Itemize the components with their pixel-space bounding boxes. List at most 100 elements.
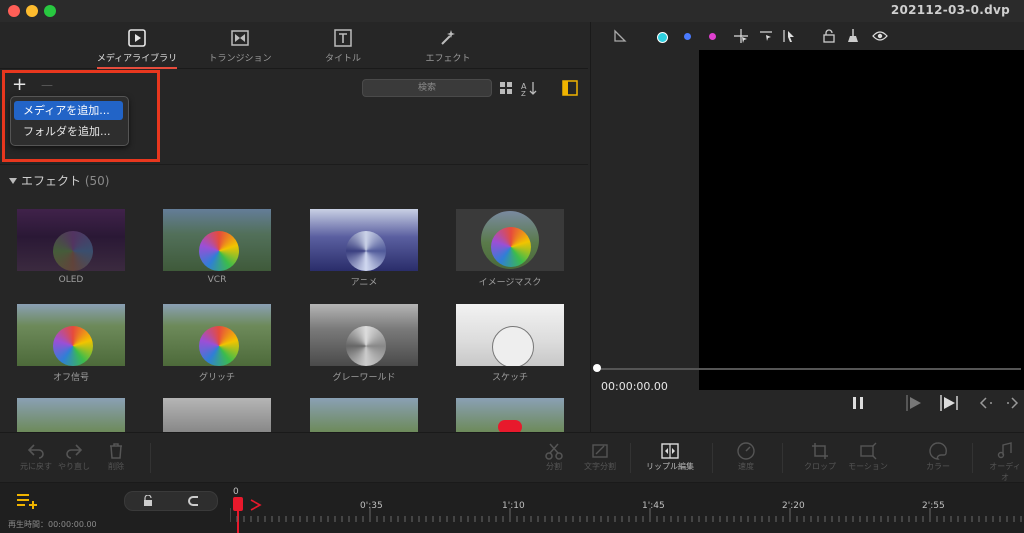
effect-thumbnail[interactable] xyxy=(456,209,564,271)
text-split-button[interactable]: 文字分割 xyxy=(580,441,620,472)
ruler-icon[interactable] xyxy=(613,29,627,43)
preview-toolbar xyxy=(591,22,1024,50)
tab-effect[interactable]: エフェクト xyxy=(398,26,498,66)
effect-label: アニメ xyxy=(350,278,378,288)
effect-thumbnail[interactable] xyxy=(310,304,418,366)
ripple-edit-label: リップル編集 xyxy=(646,462,694,471)
effect-thumbnail[interactable] xyxy=(163,304,271,366)
magnet-icon xyxy=(188,496,198,506)
effect-label: OLED xyxy=(58,275,84,285)
audio-button[interactable]: オーディオ xyxy=(986,441,1024,483)
title-icon xyxy=(334,29,352,47)
seek-handle[interactable] xyxy=(593,364,601,372)
color-button[interactable]: カラー xyxy=(920,441,956,472)
effect-label: スケッチ xyxy=(491,373,528,383)
pause-icon[interactable] xyxy=(851,396,865,410)
track-lock-toggle[interactable] xyxy=(124,491,218,511)
ripple-edit-icon xyxy=(661,443,679,459)
title-bar: 202112-03-0.dvp xyxy=(0,0,1024,22)
motion-label: モーション xyxy=(848,462,888,471)
undo-button[interactable]: 元に戻す xyxy=(18,441,54,472)
split-button[interactable]: 分割 xyxy=(538,441,570,472)
motion-icon xyxy=(860,442,877,460)
effect-label: グレーワールド xyxy=(332,373,396,383)
preview-seek-bar[interactable] xyxy=(595,368,1021,370)
media-library-icon xyxy=(128,29,146,47)
tab-label: エフェクト xyxy=(425,54,471,64)
svg-text:Z: Z xyxy=(521,90,526,96)
undo-icon xyxy=(27,444,44,459)
audio-icon xyxy=(997,442,1012,459)
effect-label: イメージマスク xyxy=(478,278,542,288)
transition-icon xyxy=(231,30,249,46)
effect-thumbnail[interactable] xyxy=(456,398,564,432)
eye-icon[interactable] xyxy=(872,30,888,42)
clean-brush-icon[interactable] xyxy=(846,28,860,44)
text-split-label: 文字分割 xyxy=(584,462,616,471)
close-window-button[interactable] xyxy=(8,5,20,17)
magenta-dot-icon[interactable] xyxy=(709,33,716,40)
effect-thumbnail[interactable] xyxy=(310,398,418,432)
redo-label: やり直し xyxy=(58,462,90,471)
panel-toggle-icon[interactable] xyxy=(562,80,578,96)
next-marker-icon[interactable] xyxy=(1005,397,1019,409)
menu-item-add-media[interactable]: メディアを追加... xyxy=(14,101,123,120)
preview-viewer[interactable] xyxy=(699,50,1024,390)
effect-icon xyxy=(441,30,455,45)
effect-label: VCR xyxy=(207,275,227,285)
lock-icon[interactable] xyxy=(823,29,835,43)
sort-icon[interactable]: AZ xyxy=(521,80,537,96)
crop-button[interactable]: クロップ xyxy=(798,441,842,472)
redo-icon xyxy=(66,444,83,459)
divider xyxy=(712,443,713,473)
previous-marker-icon[interactable] xyxy=(979,397,997,409)
pointer-select-icon[interactable] xyxy=(781,28,797,44)
effect-thumbnail[interactable] xyxy=(163,209,271,271)
trash-icon xyxy=(110,443,122,459)
palette-icon xyxy=(929,442,947,460)
frame-forward-icon[interactable] xyxy=(905,394,925,412)
window-title: 202112-03-0.dvp xyxy=(890,3,1010,17)
delete-button[interactable]: 削除 xyxy=(100,441,132,472)
section-title: エフェクト xyxy=(21,174,82,188)
crop-label: クロップ xyxy=(804,462,836,471)
effect-thumbnail[interactable] xyxy=(17,398,125,432)
library-tabs: メディアライブラリ トランジション タイトル エフェクト xyxy=(0,22,588,69)
menu-item-add-folder[interactable]: フォルダを追加... xyxy=(14,122,123,141)
undo-label: 元に戻す xyxy=(20,462,52,471)
play-to-end-icon[interactable] xyxy=(939,394,961,412)
add-track-icon[interactable] xyxy=(16,493,38,509)
cyan-dot-icon[interactable] xyxy=(657,32,668,43)
crosshair-select-icon[interactable] xyxy=(733,28,749,44)
timeline-ruler[interactable] xyxy=(230,508,1024,522)
tab-media-library[interactable]: メディアライブラリ xyxy=(87,26,187,69)
effect-thumbnail[interactable] xyxy=(163,398,271,432)
effect-thumbnail[interactable] xyxy=(310,209,418,271)
effects-section-header[interactable]: エフェクト (50) xyxy=(0,164,588,195)
add-media-menu: メディアを追加... フォルダを追加... xyxy=(10,96,129,146)
redo-button[interactable]: やり直し xyxy=(56,441,92,472)
audio-label: オーディオ xyxy=(989,462,1021,482)
zoom-window-button[interactable] xyxy=(44,5,56,17)
ripple-edit-button[interactable]: リップル編集 xyxy=(640,441,700,472)
motion-button[interactable]: モーション xyxy=(844,441,892,472)
crop-icon xyxy=(812,443,828,459)
lock-icon xyxy=(144,495,152,506)
search-input[interactable]: 検索 xyxy=(362,79,492,97)
tab-transition[interactable]: トランジション xyxy=(190,26,290,66)
crop-select-icon[interactable] xyxy=(758,28,774,44)
effect-label: オフ信号 xyxy=(52,373,89,383)
disclosure-triangle-icon[interactable] xyxy=(9,177,17,185)
effect-thumbnail[interactable] xyxy=(17,304,125,366)
effect-thumbnail[interactable] xyxy=(456,304,564,366)
divider xyxy=(782,443,783,473)
tab-title[interactable]: タイトル xyxy=(293,26,393,66)
grid-view-icon[interactable] xyxy=(500,82,512,94)
minimize-window-button[interactable] xyxy=(26,5,38,17)
split-label: 分割 xyxy=(546,462,562,471)
effect-thumbnail[interactable] xyxy=(17,209,125,271)
speed-button[interactable]: 速度 xyxy=(728,441,764,472)
divider xyxy=(630,443,631,473)
blue-dot-icon[interactable] xyxy=(684,33,691,40)
tab-label: タイトル xyxy=(324,54,361,64)
